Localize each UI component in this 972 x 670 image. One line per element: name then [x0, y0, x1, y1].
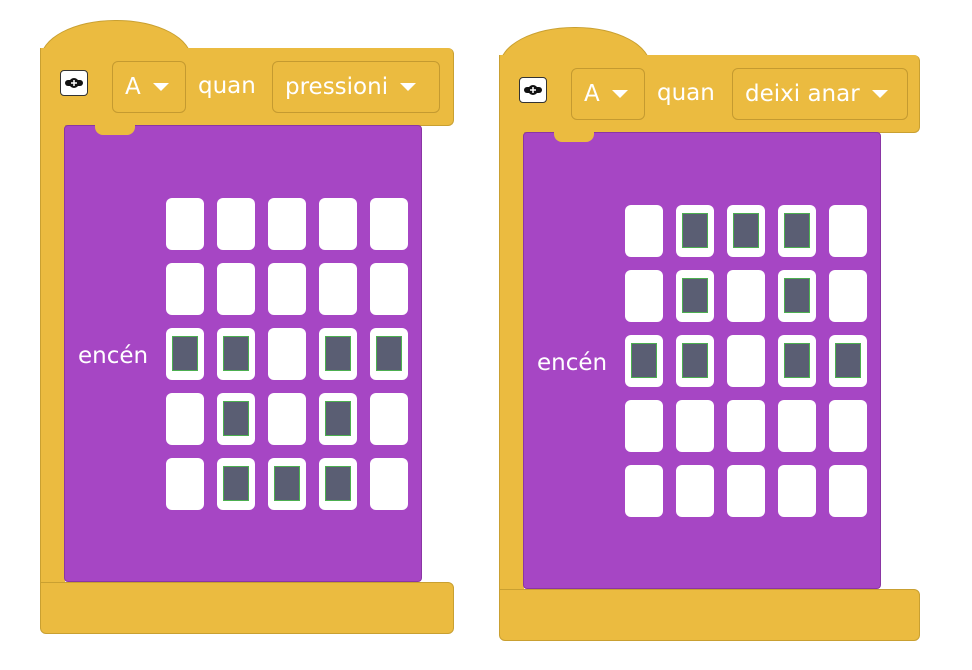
- led-r4-c4[interactable]: [370, 458, 408, 510]
- led-r1-c4[interactable]: [370, 263, 408, 315]
- led-r1-c1[interactable]: [217, 263, 255, 315]
- led-r3-c4[interactable]: [829, 400, 867, 452]
- led-r1-c1[interactable]: [676, 270, 714, 322]
- led-r2-c2[interactable]: [268, 328, 306, 380]
- chevron-down-icon: [152, 83, 169, 91]
- led-r4-c4[interactable]: [829, 465, 867, 517]
- led-r2-c4[interactable]: [829, 335, 867, 387]
- show-leds-block[interactable]: encén: [523, 132, 881, 589]
- led-r3-c3[interactable]: [319, 393, 357, 445]
- chevron-down-icon: [611, 90, 628, 98]
- button-value: A: [584, 81, 600, 107]
- led-r4-c1[interactable]: [676, 465, 714, 517]
- led-r3-c1[interactable]: [217, 393, 255, 445]
- led-r1-c3[interactable]: [319, 263, 357, 315]
- led-r1-c2[interactable]: [727, 270, 765, 322]
- encen-label: encén: [78, 343, 149, 369]
- led-r3-c1[interactable]: [676, 400, 714, 452]
- led-r2-c0[interactable]: [625, 335, 663, 387]
- block-side: [499, 127, 524, 597]
- led-r3-c4[interactable]: [370, 393, 408, 445]
- led-r4-c3[interactable]: [778, 465, 816, 517]
- block-footer: [40, 582, 454, 634]
- led-r2-c3[interactable]: [778, 335, 816, 387]
- led-r2-c3[interactable]: [319, 328, 357, 380]
- led-r0-c2[interactable]: [268, 198, 306, 250]
- event-value: deixi anar: [745, 81, 860, 107]
- led-r0-c3[interactable]: [319, 198, 357, 250]
- led-r4-c1[interactable]: [217, 458, 255, 510]
- led-r3-c0[interactable]: [166, 393, 204, 445]
- led-r1-c4[interactable]: [829, 270, 867, 322]
- led-r2-c1[interactable]: [676, 335, 714, 387]
- led-r0-c0[interactable]: [166, 198, 204, 250]
- led-r2-c1[interactable]: [217, 328, 255, 380]
- led-r4-c0[interactable]: [166, 458, 204, 510]
- led-r0-c3[interactable]: [778, 205, 816, 257]
- led-r0-c2[interactable]: [727, 205, 765, 257]
- led-r4-c2[interactable]: [268, 458, 306, 510]
- event-dropdown[interactable]: pressioni: [272, 61, 440, 113]
- led-r3-c3[interactable]: [778, 400, 816, 452]
- led-r4-c2[interactable]: [727, 465, 765, 517]
- led-r2-c0[interactable]: [166, 328, 204, 380]
- notch: [95, 125, 135, 135]
- event-dropdown[interactable]: deixi anar: [732, 68, 908, 120]
- encen-label: encén: [537, 350, 608, 376]
- button-value: A: [125, 74, 141, 100]
- microbit-icon: [519, 77, 547, 103]
- led-r0-c4[interactable]: [370, 198, 408, 250]
- chevron-down-icon: [400, 83, 417, 91]
- event-value: pressioni: [285, 74, 389, 100]
- chevron-down-icon: [871, 90, 888, 98]
- button-dropdown[interactable]: A: [112, 61, 186, 113]
- led-r3-c0[interactable]: [625, 400, 663, 452]
- led-r0-c1[interactable]: [676, 205, 714, 257]
- led-r2-c4[interactable]: [370, 328, 408, 380]
- led-r1-c0[interactable]: [625, 270, 663, 322]
- led-r4-c0[interactable]: [625, 465, 663, 517]
- quan-label: quan: [657, 80, 715, 106]
- led-r0-c4[interactable]: [829, 205, 867, 257]
- block-side: [40, 120, 65, 590]
- led-r0-c1[interactable]: [217, 198, 255, 250]
- led-r3-c2[interactable]: [727, 400, 765, 452]
- notch: [554, 132, 594, 142]
- led-r2-c2[interactable]: [727, 335, 765, 387]
- button-dropdown[interactable]: A: [571, 68, 645, 120]
- led-r4-c3[interactable]: [319, 458, 357, 510]
- led-r0-c0[interactable]: [625, 205, 663, 257]
- quan-label: quan: [198, 73, 256, 99]
- led-r1-c0[interactable]: [166, 263, 204, 315]
- show-leds-block[interactable]: encén: [64, 125, 422, 582]
- led-r3-c2[interactable]: [268, 393, 306, 445]
- led-r1-c3[interactable]: [778, 270, 816, 322]
- microbit-icon: [60, 70, 88, 96]
- led-r1-c2[interactable]: [268, 263, 306, 315]
- block-footer: [499, 589, 920, 641]
